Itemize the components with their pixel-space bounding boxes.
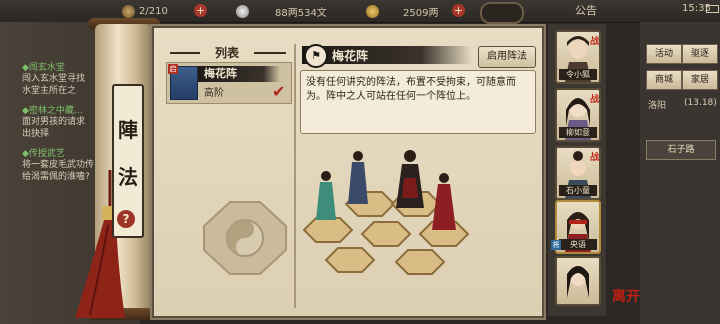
- side-menu: [640, 22, 720, 324]
- notice-button[interactable]: 公告: [575, 2, 597, 18]
- stamina-display: 2/210: [122, 3, 168, 19]
- quest-item[interactable]: ◆闯玄水堂 闯入玄水堂寻找 水堂主所在之: [22, 60, 100, 97]
- location-button[interactable]: 石子路: [646, 140, 716, 160]
- quest-title: ◆传授武艺: [22, 149, 65, 159]
- formation-title: 梅花阵: [332, 49, 369, 63]
- silver-coin-icon: [236, 4, 249, 18]
- menu-button-shop[interactable]: 商城: [646, 70, 682, 90]
- party-member-name: 令小狐: [559, 69, 597, 80]
- city-coords: (13.18): [684, 98, 717, 108]
- battery-icon: [706, 5, 719, 13]
- silver-value: 88两534文: [275, 7, 327, 19]
- item-tag: 启: [168, 64, 178, 74]
- party-member-card[interactable]: 央语: [555, 200, 601, 254]
- formation-description: 没有任何讲究的阵法，布置不受拘束，可随意而为。阵中之人可站在任何一个阵位上。: [306, 77, 516, 102]
- city-label: 洛阳: [648, 101, 667, 111]
- formation-board: [302, 150, 470, 275]
- list-item-name: 梅花阵: [198, 66, 280, 82]
- leave-button[interactable]: 离开: [612, 286, 640, 306]
- formation-slot: [302, 217, 354, 243]
- formation-flag-icon: ⚑: [304, 44, 328, 68]
- record-toggle[interactable]: [480, 2, 524, 24]
- party-tag-icon: 将: [551, 240, 561, 250]
- party-member-name: 石小童: [559, 185, 597, 196]
- battle-badge: 战: [590, 37, 600, 47]
- stamina-icon: [122, 4, 135, 18]
- title-char: 法: [118, 165, 138, 189]
- title-char: 陣: [118, 118, 138, 142]
- gold-display: 2509两: [366, 3, 438, 19]
- formation-slot: [394, 249, 446, 275]
- party-member-name: 柳如意: [559, 127, 597, 138]
- quest-list: ◆闯玄水堂 闯入玄水堂寻找 水堂主所在之 ◆密林之中藏… 面对男孩的请求 出抉择…: [22, 60, 100, 183]
- selected-check-icon: ✔: [272, 82, 286, 101]
- battle-badge: 战: [590, 95, 600, 105]
- quest-text: 面对男孩的请求 出抉择: [22, 117, 86, 139]
- add-stamina-button[interactable]: +: [194, 4, 207, 17]
- party-member-card[interactable]: [555, 256, 601, 306]
- battle-badge: 战: [590, 153, 600, 163]
- menu-button-activity[interactable]: 活动: [646, 44, 682, 64]
- stamina-value: 2/210: [139, 5, 168, 17]
- character-sprite: [348, 151, 368, 204]
- formation-slot: [324, 247, 376, 273]
- menu-button-home[interactable]: 家居: [682, 70, 718, 90]
- list-item-rank: 高阶: [204, 88, 224, 99]
- character-portrait: [567, 266, 589, 298]
- enable-formation-button[interactable]: 启用阵法: [478, 46, 536, 68]
- party-member-name: 央语: [559, 239, 597, 250]
- help-button[interactable]: ?: [117, 210, 135, 228]
- character-sprite: [396, 150, 424, 208]
- quest-item[interactable]: ◆密林之中藏… 面对男孩的请求 出抉择: [22, 103, 100, 140]
- quest-text: 闯入玄水堂寻找 水堂主所在之: [22, 74, 86, 96]
- add-gold-button[interactable]: +: [452, 4, 465, 17]
- character-sprite: [316, 171, 336, 220]
- header-rule-right: [254, 52, 286, 54]
- quest-title: ◆密林之中藏…: [22, 106, 83, 116]
- quest-title: ◆闯玄水堂: [22, 63, 65, 73]
- silver-display: 88两534文: [236, 3, 327, 19]
- formation-slot: [360, 221, 412, 247]
- location-label: 石子路: [667, 145, 695, 155]
- bagua-icon: [203, 201, 287, 275]
- menu-button-expel[interactable]: 驱逐: [682, 44, 718, 64]
- gold-coin-icon: [366, 4, 379, 18]
- gold-value: 2509两: [403, 7, 439, 19]
